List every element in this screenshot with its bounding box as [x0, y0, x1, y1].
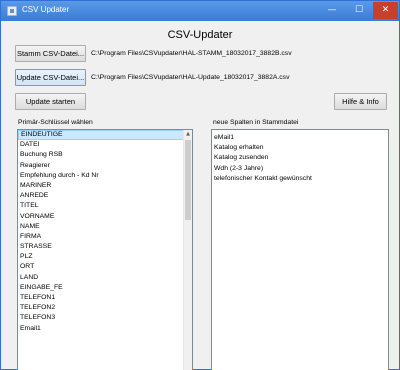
primary-key-items: EINDEUTIGE DATEI Buchung RSB Reagierer Empfe… [18, 130, 192, 334]
primary-key-item[interactable]: Reagierer [18, 161, 192, 171]
primary-key-item[interactable]: Buchung RSB [18, 150, 192, 160]
primary-key-item[interactable]: NAME [18, 222, 192, 232]
new-columns-items: eMail1 Katalog erhalten Katalog zusenden Wd… [212, 130, 388, 184]
new-columns-label: neue Spalten in Stammdatei [213, 119, 299, 126]
primary-key-item[interactable]: VORNAME [18, 212, 192, 222]
primary-key-item[interactable]: Empfehlung durch - Kd Nr [18, 171, 192, 181]
help-info-button[interactable]: Hilfe & Info [334, 93, 387, 110]
primary-key-item[interactable]: EINDEUTIGE [18, 130, 192, 141]
start-update-button[interactable]: Update starten [15, 93, 86, 110]
primary-key-item[interactable]: TELEFON2 [18, 303, 192, 313]
new-column-item[interactable]: telefonischer Kontakt gewünscht [212, 174, 388, 184]
window-title: CSV Updater [22, 5, 70, 14]
new-column-item[interactable]: Katalog erhalten [212, 143, 388, 153]
primary-key-item[interactable]: PLZ [18, 252, 192, 262]
primary-key-item[interactable]: EINGABE_FE [18, 283, 192, 293]
primary-key-item[interactable]: ORT [18, 262, 192, 272]
stamm-file-button[interactable]: Stamm CSV-Datei... [15, 45, 86, 62]
stamm-file-path: C:\Program Files\CSVupdater\HAL-STAMM_18… [91, 50, 292, 57]
primary-key-item[interactable]: TELEFON1 [18, 293, 192, 303]
primary-key-item[interactable]: Email1 [18, 324, 192, 334]
primary-key-item[interactable]: TITEL [18, 201, 192, 211]
primary-key-item[interactable]: DATEI [18, 140, 192, 150]
app-icon [7, 6, 17, 16]
new-columns-list[interactable]: eMail1 Katalog erhalten Katalog zusenden Wd… [211, 129, 389, 370]
scrollbar-thumb[interactable] [185, 140, 191, 220]
scroll-up-arrow-icon[interactable]: ▲ [184, 130, 192, 139]
maximize-button[interactable]: ☐ [346, 2, 372, 19]
primary-key-item[interactable]: LAND [18, 273, 192, 283]
new-column-item[interactable]: Katalog zusenden [212, 153, 388, 163]
primary-key-item[interactable]: ANREDE [18, 191, 192, 201]
title-bar[interactable]: CSV Updater — ☐ ✕ [1, 1, 399, 21]
page-title: CSV-Updater [167, 29, 233, 41]
minimize-button[interactable]: — [319, 2, 345, 19]
new-column-item[interactable]: eMail1 [212, 133, 388, 143]
primary-key-item[interactable]: TELEFON3 [18, 313, 192, 323]
update-file-button[interactable]: Update CSV-Datei... [15, 69, 86, 86]
primary-key-item[interactable]: STRASSE [18, 242, 192, 252]
primary-key-scrollbar[interactable]: ▲ [183, 130, 192, 370]
app-window: CSV Updater — ☐ ✕ CSV-Updater Stamm CSV-… [0, 0, 400, 370]
primary-key-list[interactable]: EINDEUTIGE DATEI Buchung RSB Reagierer Empfe… [17, 129, 193, 370]
close-button[interactable]: ✕ [373, 2, 398, 19]
primary-key-item[interactable]: MARINER [18, 181, 192, 191]
primary-key-item[interactable]: FIRMA [18, 232, 192, 242]
primary-key-label: Primär-Schlüssel wählen [18, 119, 93, 126]
new-column-item[interactable]: Wdh (2-3 Jahre) [212, 164, 388, 174]
update-file-path: C:\Program Files\CSVupdater\HAL-Update_1… [91, 74, 290, 81]
